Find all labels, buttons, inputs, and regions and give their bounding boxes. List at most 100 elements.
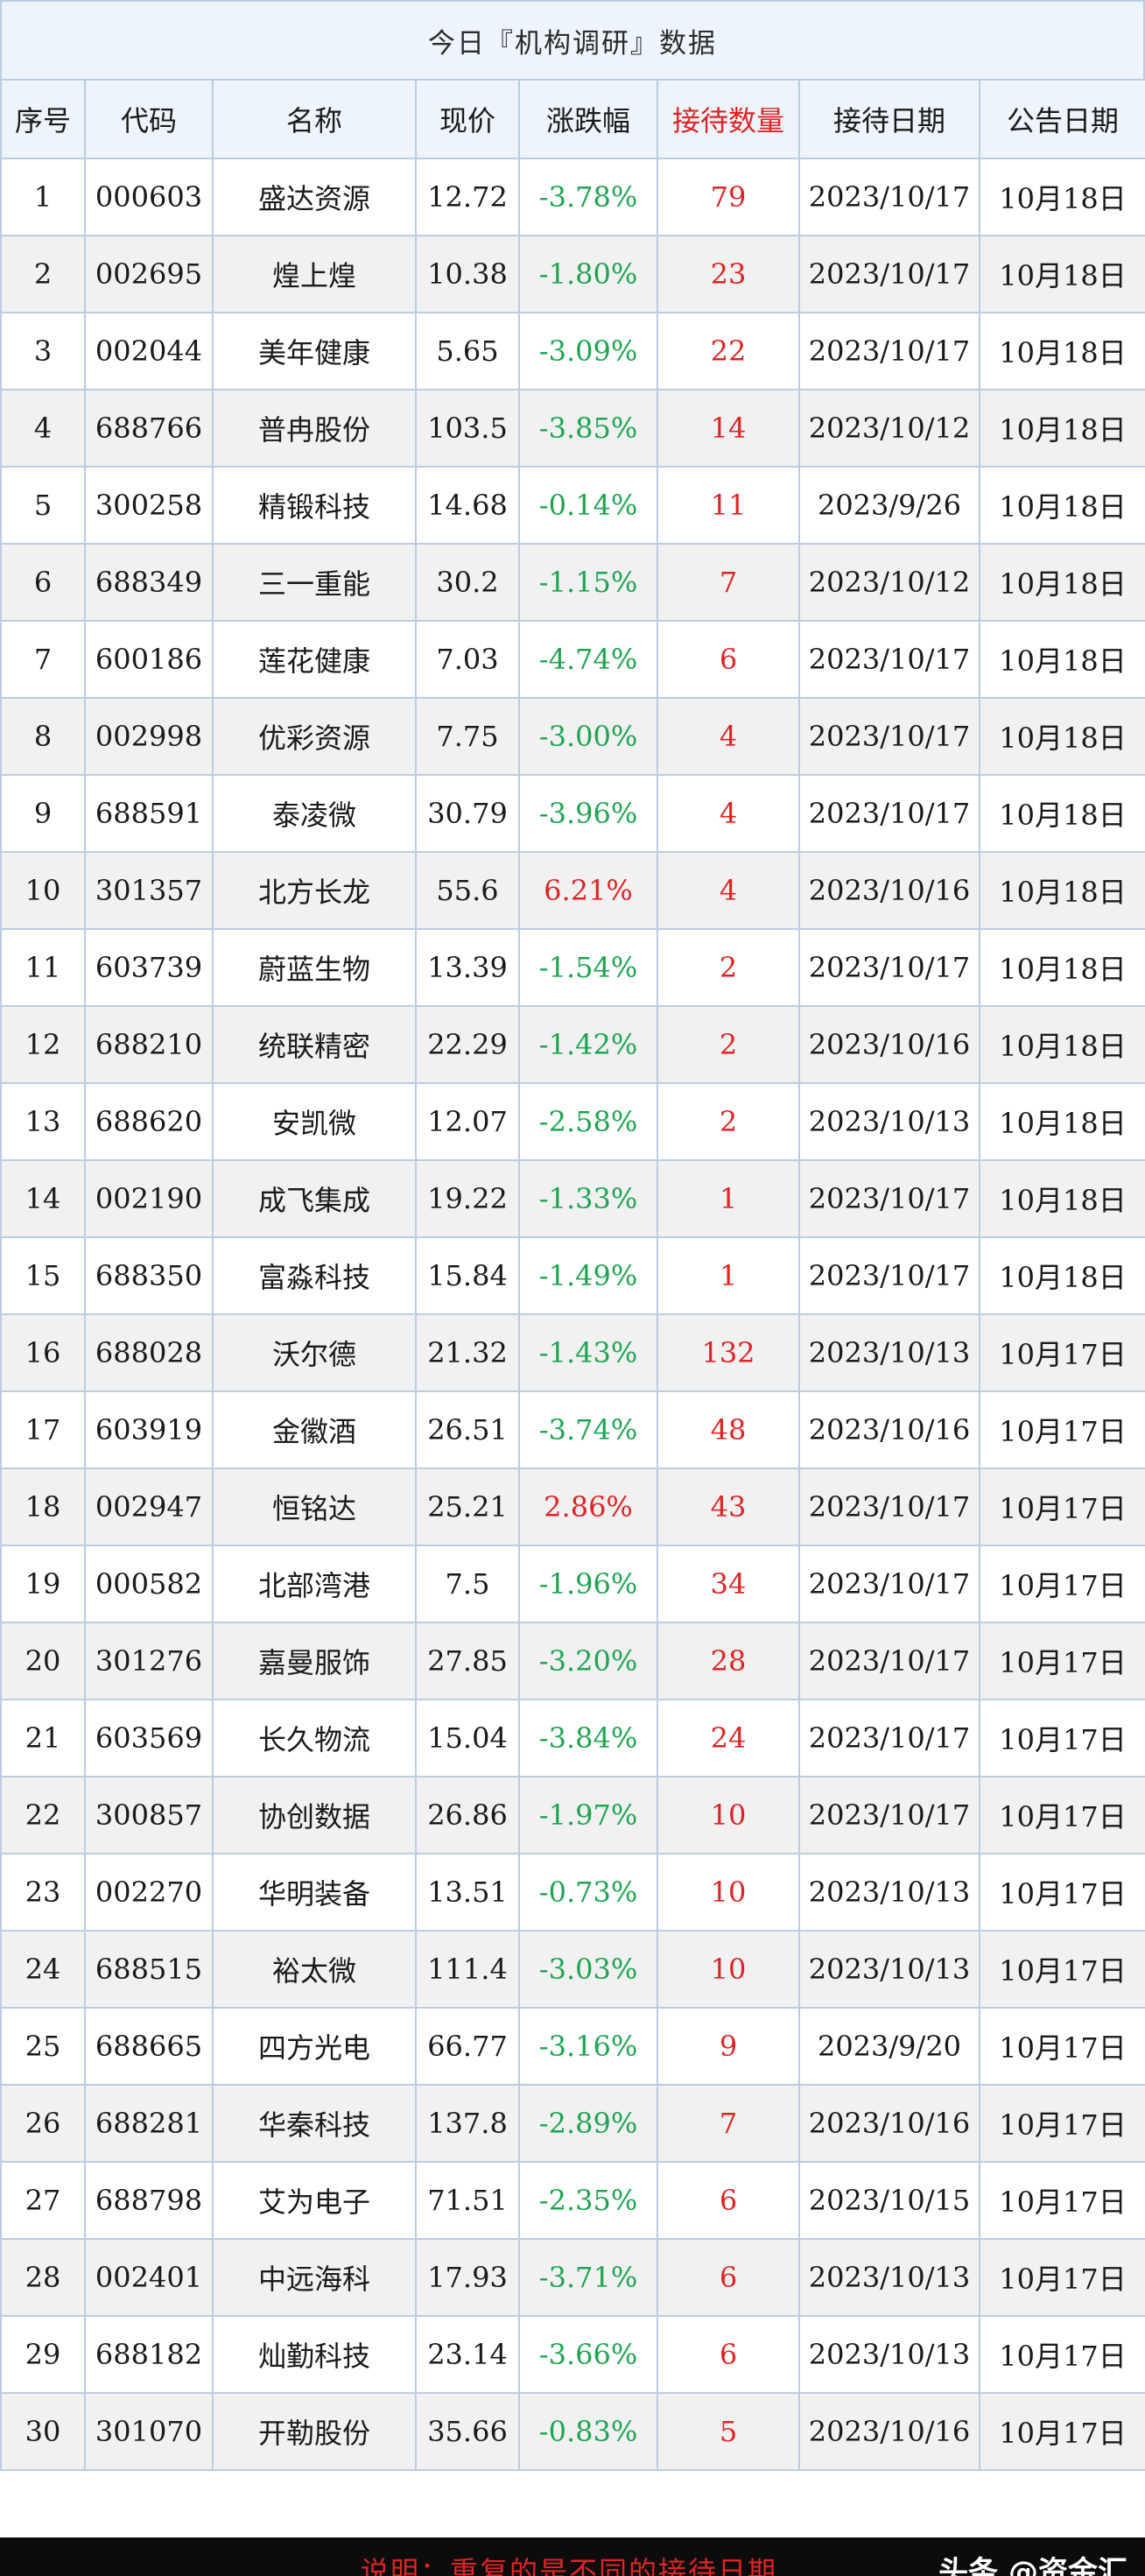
cell-index: 20 bbox=[0, 1622, 86, 1700]
cell-change: -2.58% bbox=[518, 1082, 658, 1161]
cell-change: -0.14% bbox=[518, 466, 658, 545]
cell-code: 300258 bbox=[84, 466, 214, 545]
cell-name: 蔚蓝生物 bbox=[212, 928, 417, 1007]
cell-code: 688798 bbox=[84, 2161, 214, 2240]
cell-index: 19 bbox=[0, 1545, 86, 1623]
cell-change: -1.54% bbox=[518, 928, 658, 1007]
cell-price: 71.51 bbox=[415, 2161, 520, 2240]
cell-announce-date: 10月18日 bbox=[979, 543, 1145, 622]
cell-code: 000603 bbox=[84, 158, 214, 236]
cell-index: 10 bbox=[0, 851, 86, 930]
brand-watermark: 头条 @资金汇 bbox=[938, 2555, 1127, 2576]
cell-code: 600186 bbox=[84, 620, 214, 699]
cell-code: 688766 bbox=[84, 389, 214, 468]
header-row: 序号 代码 名称 现价 涨跌幅 接待数量 接待日期 公告日期 bbox=[0, 79, 1145, 159]
cell-announce-date: 10月17日 bbox=[979, 1545, 1145, 1623]
cell-reception-date: 2023/10/17 bbox=[798, 928, 980, 1007]
cell-announce-date: 10月18日 bbox=[979, 1005, 1145, 1084]
cell-announce-date: 10月18日 bbox=[979, 851, 1145, 930]
cell-index: 2 bbox=[0, 235, 86, 313]
cell-code: 688028 bbox=[84, 1313, 214, 1392]
cell-code: 002998 bbox=[84, 697, 214, 776]
cell-change: -3.85% bbox=[518, 389, 658, 468]
cell-index: 18 bbox=[0, 1467, 86, 1546]
cell-name: 金徽酒 bbox=[212, 1390, 417, 1469]
table-row: 9 688591 泰凌微 30.79 -3.96% 4 2023/10/17 10月18日 bbox=[0, 774, 1145, 853]
cell-reception-count: 1 bbox=[657, 1236, 800, 1315]
cell-index: 4 bbox=[0, 389, 86, 468]
cell-name: 开勒股份 bbox=[212, 2392, 417, 2471]
cell-code: 000582 bbox=[84, 1545, 214, 1623]
cell-reception-date: 2023/10/17 bbox=[798, 697, 980, 776]
col-header-code: 代码 bbox=[84, 79, 214, 159]
cell-code: 300857 bbox=[84, 1776, 214, 1855]
cell-reception-count: 43 bbox=[657, 1467, 800, 1546]
cell-reception-count: 5 bbox=[657, 2392, 800, 2471]
cell-price: 14.68 bbox=[415, 466, 520, 545]
cell-reception-date: 2023/10/17 bbox=[798, 1545, 980, 1623]
cell-name: 协创数据 bbox=[212, 1776, 417, 1855]
cell-code: 688665 bbox=[84, 2007, 214, 2086]
cell-price: 55.6 bbox=[415, 851, 520, 930]
cell-price: 66.77 bbox=[415, 2007, 520, 2086]
cell-price: 15.84 bbox=[415, 1236, 520, 1315]
cell-index: 9 bbox=[0, 774, 86, 853]
cell-code: 688182 bbox=[84, 2315, 214, 2394]
cell-reception-count: 6 bbox=[657, 620, 800, 699]
cell-announce-date: 10月18日 bbox=[979, 774, 1145, 853]
cell-reception-date: 2023/10/16 bbox=[798, 2392, 980, 2471]
table-row: 14 002190 成飞集成 19.22 -1.33% 1 2023/10/17 10月18日 bbox=[0, 1159, 1145, 1238]
col-header-announce-date: 公告日期 bbox=[979, 79, 1145, 159]
table-row: 28 002401 中远海科 17.93 -3.71% 6 2023/10/13 10月17日 bbox=[0, 2238, 1145, 2317]
cell-index: 7 bbox=[0, 620, 86, 699]
cell-index: 27 bbox=[0, 2161, 86, 2240]
cell-name: 华秦科技 bbox=[212, 2084, 417, 2163]
cell-code: 002270 bbox=[84, 1853, 214, 1932]
cell-index: 13 bbox=[0, 1082, 86, 1161]
cell-announce-date: 10月18日 bbox=[979, 1236, 1145, 1315]
cell-change: -2.89% bbox=[518, 2084, 658, 2163]
table-row: 4 688766 普冉股份 103.5 -3.85% 14 2023/10/12 10月18日 bbox=[0, 389, 1145, 468]
cell-announce-date: 10月18日 bbox=[979, 158, 1145, 236]
cell-announce-date: 10月17日 bbox=[979, 2238, 1145, 2317]
cell-name: 美年健康 bbox=[212, 312, 417, 391]
cell-price: 13.51 bbox=[415, 1853, 520, 1932]
cell-price: 25.21 bbox=[415, 1467, 520, 1546]
cell-reception-date: 2023/10/12 bbox=[798, 543, 980, 622]
cell-reception-count: 24 bbox=[657, 1699, 800, 1777]
cell-reception-count: 132 bbox=[657, 1313, 800, 1392]
cell-price: 13.39 bbox=[415, 928, 520, 1007]
cell-change: -3.16% bbox=[518, 2007, 658, 2086]
cell-reception-date: 2023/10/13 bbox=[798, 2315, 980, 2394]
cell-price: 30.79 bbox=[415, 774, 520, 853]
cell-code: 688620 bbox=[84, 1082, 214, 1161]
cell-index: 3 bbox=[0, 312, 86, 391]
table-row: 18 002947 恒铭达 25.21 2.86% 43 2023/10/17 10月17日 bbox=[0, 1467, 1145, 1546]
cell-change: -4.74% bbox=[518, 620, 658, 699]
cell-reception-count: 6 bbox=[657, 2238, 800, 2317]
cell-announce-date: 10月17日 bbox=[979, 1622, 1145, 1700]
cell-change: -3.74% bbox=[518, 1390, 658, 1469]
table-row: 16 688028 沃尔德 21.32 -1.43% 132 2023/10/13 10月17… bbox=[0, 1313, 1145, 1392]
cell-announce-date: 10月18日 bbox=[979, 928, 1145, 1007]
cell-name: 灿勤科技 bbox=[212, 2315, 417, 2394]
cell-code: 002695 bbox=[84, 235, 214, 313]
table-row: 22 300857 协创数据 26.86 -1.97% 10 2023/10/17 10月17… bbox=[0, 1776, 1145, 1855]
cell-index: 21 bbox=[0, 1699, 86, 1777]
cell-price: 103.5 bbox=[415, 389, 520, 468]
cell-change: -0.73% bbox=[518, 1853, 658, 1932]
table-row: 25 688665 四方光电 66.77 -3.16% 9 2023/9/20 10月17日 bbox=[0, 2007, 1145, 2086]
cell-index: 16 bbox=[0, 1313, 86, 1392]
cell-name: 嘉曼服饰 bbox=[212, 1622, 417, 1700]
cell-reception-count: 2 bbox=[657, 928, 800, 1007]
cell-index: 17 bbox=[0, 1390, 86, 1469]
cell-reception-date: 2023/10/16 bbox=[798, 851, 980, 930]
table-row: 23 002270 华明装备 13.51 -0.73% 10 2023/10/13 10月17… bbox=[0, 1853, 1145, 1932]
cell-code: 002190 bbox=[84, 1159, 214, 1238]
cell-announce-date: 10月18日 bbox=[979, 312, 1145, 391]
cell-price: 5.65 bbox=[415, 312, 520, 391]
cell-reception-count: 6 bbox=[657, 2161, 800, 2240]
cell-reception-date: 2023/10/17 bbox=[798, 774, 980, 853]
cell-announce-date: 10月18日 bbox=[979, 1082, 1145, 1161]
cell-reception-count: 22 bbox=[657, 312, 800, 391]
